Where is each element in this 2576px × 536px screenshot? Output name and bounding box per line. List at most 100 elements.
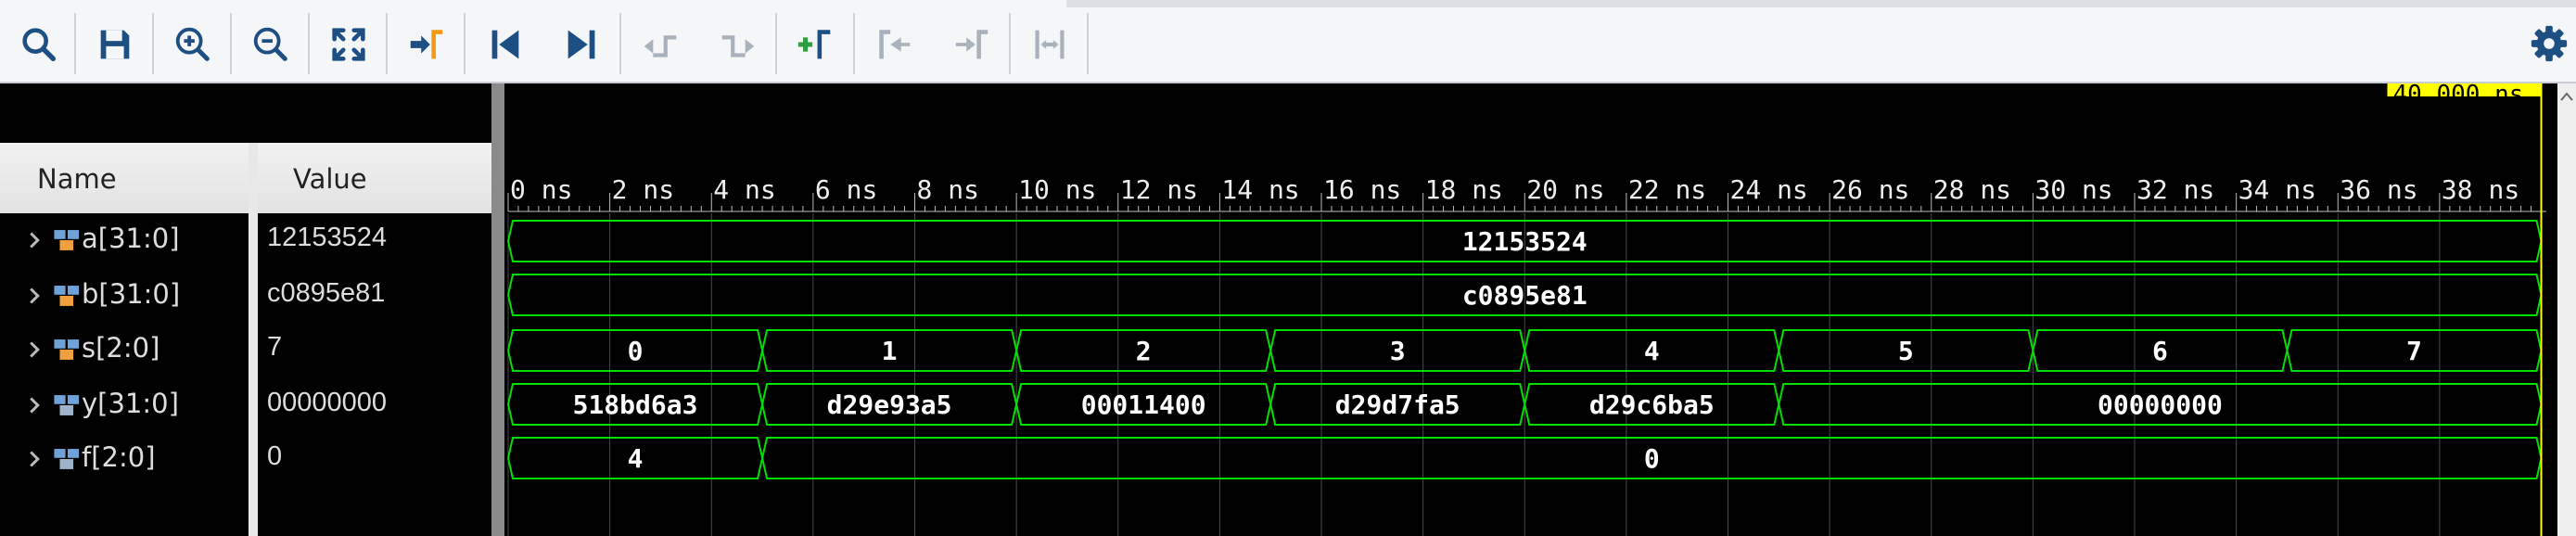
- ruler-tick-label: 32 ns: [2136, 174, 2214, 205]
- value-column-header[interactable]: Value: [293, 163, 367, 195]
- zoom-in-icon: [175, 27, 210, 61]
- zoom-out-button[interactable]: [245, 19, 297, 70]
- go-to-cursor-icon: [410, 30, 443, 59]
- go-to-cursor-button[interactable]: [401, 19, 453, 70]
- signal-value: 7: [267, 332, 283, 362]
- signal-row-f[interactable]: f[2:0] 0: [0, 432, 491, 486]
- bus-value-label: 518bd6a3: [573, 389, 698, 420]
- signal-name: b[31:0]: [82, 278, 181, 310]
- toolbar-top-strip: [1066, 0, 2576, 7]
- bus-value-label: 12153524: [1462, 226, 1588, 257]
- ruler-tick-label: 22 ns: [1628, 174, 1706, 205]
- bus-value-label: 0: [628, 336, 644, 366]
- ruler-tick-label: 14 ns: [1221, 174, 1299, 205]
- ruler-tick-label: 38 ns: [2442, 174, 2519, 205]
- next-marker-icon: [955, 30, 988, 59]
- toolbar-separator: [619, 13, 621, 74]
- signal-name: s[2:0]: [82, 332, 160, 364]
- search-icon: [22, 28, 57, 62]
- bus-value-label: 4: [1644, 336, 1660, 366]
- bus-value-label: 7: [2406, 336, 2422, 366]
- bus-signal-icon: [54, 286, 80, 306]
- bus-value-label: 5: [1898, 336, 1914, 366]
- signal-name: f[2:0]: [82, 441, 156, 473]
- vertical-scrollbar[interactable]: [2557, 83, 2576, 536]
- ruler-tick-label: 34 ns: [2238, 174, 2316, 205]
- names-panel: Name Value a[31:0] 12153524 b[31:0] c089…: [0, 83, 491, 536]
- signal-row-s[interactable]: s[2:0] 7: [0, 323, 491, 376]
- toolbar-separator: [386, 13, 388, 74]
- gear-icon[interactable]: [2528, 22, 2570, 65]
- waveform-canvas[interactable]: 0 ns 2 ns 4 ns 6 ns 8 ns 10 ns 12 ns 14 ns 16 ns…: [504, 83, 2557, 536]
- name-column-header[interactable]: Name: [37, 163, 117, 195]
- toolbar-separator: [853, 13, 855, 74]
- signal-row-b[interactable]: b[31:0] c0895e81: [0, 269, 491, 323]
- bus-value-label: d29d7fa5: [1335, 389, 1460, 420]
- signal-value: 12153524: [267, 223, 388, 252]
- bus-value-label: 1: [882, 336, 898, 366]
- bus-signal-icon: [54, 395, 80, 415]
- toolbar-separator: [775, 13, 777, 74]
- toolbar-separator: [464, 13, 465, 74]
- bus-value-label: 2: [1136, 336, 1152, 366]
- signal-row-y[interactable]: y[31:0] 00000000: [0, 378, 491, 432]
- bus-signal-icon: [54, 230, 80, 250]
- toolbar: [0, 0, 2576, 83]
- zoom-out-icon: [253, 27, 287, 61]
- ruler-tick-label: 8 ns: [917, 174, 979, 205]
- bus-value-label: 00000000: [2098, 389, 2223, 420]
- chevron-right-icon[interactable]: [20, 336, 48, 364]
- bus-value-label: c0895e81: [1462, 280, 1588, 311]
- bus-signal-icon: [54, 449, 80, 469]
- previous-transition-button[interactable]: [634, 19, 686, 70]
- bus-value-label: d29e93a5: [827, 389, 952, 420]
- save-button[interactable]: [89, 19, 141, 70]
- bus-value-label: 00011400: [1081, 389, 1206, 420]
- ruler-tick-label: 4 ns: [713, 174, 775, 205]
- signal-row-a[interactable]: a[31:0] 12153524: [0, 213, 491, 267]
- ruler-tick-label: 16 ns: [1323, 174, 1401, 205]
- signal-value: c0895e81: [267, 278, 386, 308]
- bus-value-label: d29c6ba5: [1589, 389, 1715, 420]
- scroll-up-icon[interactable]: [2557, 83, 2576, 111]
- bus-value-label: 6: [2152, 336, 2168, 366]
- chevron-right-icon[interactable]: [20, 445, 48, 473]
- ruler-tick-label: 28 ns: [1933, 174, 2011, 205]
- go-to-last-time-button[interactable]: [556, 19, 608, 70]
- waveform-panel[interactable]: 0 ns 2 ns 4 ns 6 ns 8 ns 10 ns 12 ns 14 ns 16 ns…: [504, 83, 2557, 536]
- add-marker-button[interactable]: [790, 19, 842, 70]
- bus-signal-icon: [54, 339, 80, 360]
- toolbar-separator: [152, 13, 154, 74]
- ruler-tick-label: 30 ns: [2034, 174, 2112, 205]
- toolbar-separator: [1087, 13, 1089, 74]
- chevron-right-icon[interactable]: [20, 391, 48, 419]
- swap-cursors-button[interactable]: [1024, 19, 1076, 70]
- ruler-tick-label: 6 ns: [815, 174, 877, 205]
- chevron-right-icon[interactable]: [20, 282, 48, 310]
- previous-marker-button[interactable]: [868, 19, 920, 70]
- ruler-tick-label: 36 ns: [2340, 174, 2417, 205]
- previous-transition-icon: [644, 35, 677, 57]
- next-marker-button[interactable]: [946, 19, 998, 70]
- panel-divider[interactable]: [491, 83, 504, 536]
- bus-value-label: 3: [1390, 336, 1406, 366]
- go-to-time-zero-button[interactable]: [478, 19, 530, 70]
- search-button[interactable]: [13, 19, 65, 70]
- names-header: Name Value: [0, 143, 491, 213]
- go-to-end-icon: [567, 30, 595, 59]
- previous-marker-icon: [879, 30, 911, 59]
- next-transition-button[interactable]: [712, 19, 764, 70]
- bus-value-label: 4: [628, 443, 644, 474]
- signal-value: 00000000: [267, 388, 388, 417]
- chevron-right-icon[interactable]: [20, 226, 48, 254]
- zoom-in-button[interactable]: [167, 19, 219, 70]
- save-icon: [100, 30, 130, 59]
- zoom-fit-icon: [332, 28, 365, 61]
- ruler-tick-label: 24 ns: [1730, 174, 1808, 205]
- zoom-fit-button[interactable]: [323, 19, 375, 70]
- ruler-tick-label: 10 ns: [1018, 174, 1096, 205]
- toolbar-separator: [1009, 13, 1011, 74]
- swap-cursors-icon: [1035, 30, 1065, 59]
- cursor-time-label: 40.000 ns: [2393, 83, 2524, 108]
- ruler-tick-label: 20 ns: [1526, 174, 1604, 205]
